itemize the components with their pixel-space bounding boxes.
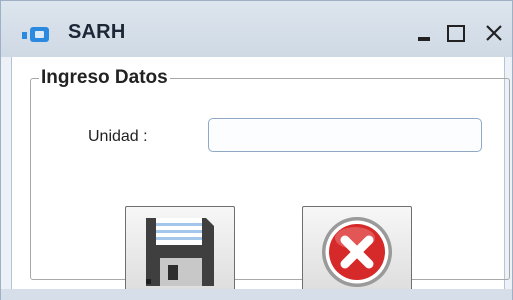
sarh-window: SARH Ingreso Datos Unidad : (0, 0, 513, 300)
minimize-icon (418, 37, 430, 41)
close-button[interactable] (482, 20, 508, 46)
maximize-icon (447, 25, 465, 42)
data-entry-group: Ingreso Datos Unidad : (30, 67, 510, 298)
save-button[interactable] (125, 206, 235, 298)
app-icon (21, 23, 51, 50)
window-title: SARH (68, 21, 126, 43)
cancel-button[interactable] (302, 206, 412, 298)
unit-label: Unidad : (88, 128, 148, 145)
red-x-circle-icon (322, 217, 392, 287)
close-icon (486, 25, 502, 41)
floppy-disk-icon (146, 218, 214, 286)
minimize-button[interactable] (412, 20, 438, 46)
maximize-button[interactable] (444, 20, 470, 46)
window-bottom-border (1, 289, 512, 300)
group-legend: Ingreso Datos (41, 67, 168, 88)
dialog-body: Ingreso Datos Unidad : (11, 57, 510, 298)
unit-input[interactable] (208, 118, 482, 152)
title-bar[interactable]: SARH (1, 1, 512, 57)
